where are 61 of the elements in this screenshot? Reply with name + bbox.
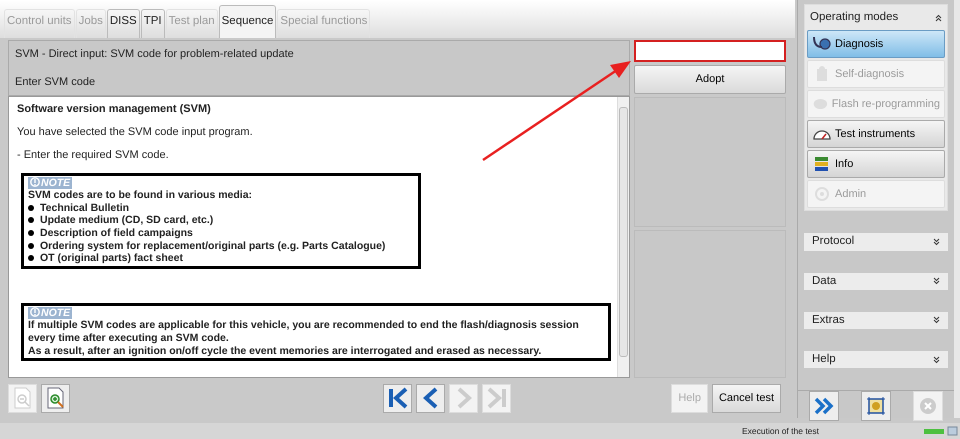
last-icon: [486, 387, 508, 409]
expand-icon[interactable]: [933, 316, 940, 324]
frame-button[interactable]: [861, 391, 891, 422]
section-header[interactable]: Protocol: [804, 233, 948, 250]
zoom-out-icon: [12, 387, 32, 409]
scrollbar[interactable]: [617, 97, 629, 377]
expand-icon[interactable]: [933, 356, 940, 364]
expand-icon[interactable]: [933, 277, 940, 286]
first-button[interactable]: [383, 384, 412, 412]
tab[interactable]: DISS: [106, 8, 140, 38]
frame-icon: [866, 396, 886, 416]
double-chevron-icon: [814, 397, 834, 416]
section-title: Data: [812, 274, 836, 288]
connection-status-icon: [924, 426, 958, 436]
bullet-icon: [28, 242, 34, 249]
panel-title: Operating modes: [810, 10, 898, 25]
step-prompt: Enter SVM code: [15, 74, 96, 90]
first-icon: [386, 387, 408, 409]
section-header[interactable]: Data: [804, 272, 948, 290]
section-header[interactable]: Help: [804, 351, 948, 368]
bullet-icon: [28, 217, 34, 224]
paragraph: You have selected the SVM code input program.: [17, 126, 254, 140]
collapse-icon[interactable]: [935, 14, 942, 22]
list-item: OT (original parts) fact sheet: [40, 252, 183, 265]
toolbar-button[interactable]: Cancel test: [712, 384, 781, 412]
mode-button[interactable]: Test instruments: [807, 120, 945, 148]
note-label: NOTE: [28, 306, 72, 320]
list-item: Ordering system for replacement/original parts (e.g. Parts Catalogue): [40, 240, 386, 252]
previous-button[interactable]: [416, 384, 445, 412]
note-label: NOTE: [28, 176, 72, 190]
bullet-icon: [28, 204, 34, 211]
list-item: Technical Bulletin: [40, 202, 130, 214]
step-title: SVM - Direct input: SVM code for problem-related update: [15, 47, 295, 62]
list-item: Description of field campaigns: [40, 226, 193, 240]
tab[interactable]: TPI: [140, 8, 165, 38]
alert-icon: [30, 176, 40, 187]
close-icon: [919, 397, 937, 416]
section-title: Protocol: [812, 234, 854, 250]
alert-icon: [30, 306, 40, 317]
note-text: As a result, after an ignition on/off cycle the event memories are interrogated and erased as necessary.: [28, 344, 542, 358]
scrollbar[interactable]: [954, 0, 960, 418]
list-item: Update medium (CD, SD card, etc.): [40, 214, 214, 227]
paragraph: - Enter the required SVM code.: [17, 149, 170, 163]
tab[interactable]: Sequence: [218, 4, 276, 38]
section-title: Help: [812, 352, 836, 367]
adopt-button[interactable]: Adopt: [634, 65, 786, 94]
code-input[interactable]: [634, 40, 786, 62]
section-header[interactable]: Extras: [804, 312, 948, 329]
note-text: SVM codes are to be found in various media:: [28, 189, 254, 202]
mode-button[interactable]: Info: [807, 150, 945, 178]
bullet-icon: [28, 255, 34, 262]
section-title: Extras: [812, 312, 845, 328]
note-text: If multiple SVM codes are applicable for this vehicle, you are recommended to end the flash/diagnosis session every time after executing an SVM code.: [28, 319, 580, 344]
zoom-in-button[interactable]: [41, 384, 70, 412]
forward-button[interactable]: [809, 391, 839, 422]
content-heading: Software version management (SVM): [17, 103, 212, 116]
mode-button[interactable]: Diagnosis: [807, 30, 945, 58]
status-text: Execution of the test: [742, 424, 820, 438]
expand-icon[interactable]: [933, 238, 940, 246]
bullet-icon: [28, 230, 34, 236]
zoom-in-icon: [46, 387, 66, 409]
